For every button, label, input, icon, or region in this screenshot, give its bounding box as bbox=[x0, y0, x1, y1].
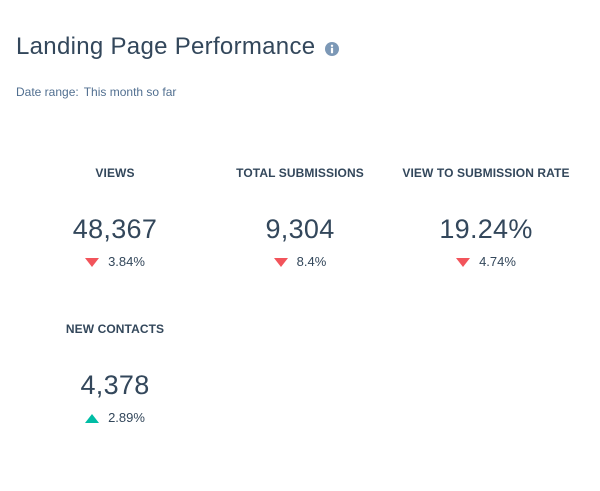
decrease-arrow-icon bbox=[273, 257, 288, 267]
metric-change: 3.84% bbox=[25, 254, 205, 270]
decrease-arrow-icon bbox=[85, 257, 100, 267]
metric-change-value: 8.4% bbox=[296, 254, 327, 269]
metric-value: 4,378 bbox=[80, 370, 150, 400]
metric-change-value: 3.84% bbox=[108, 254, 145, 269]
date-range-label: Date range: bbox=[16, 85, 79, 99]
info-icon[interactable] bbox=[325, 42, 340, 56]
metric-view-to-submission-rate: VIEW TO SUBMISSION RATE 19.24% 4.74% bbox=[396, 166, 576, 270]
page-title: Landing Page Performance bbox=[16, 33, 316, 60]
metric-label: VIEW TO SUBMISSION RATE bbox=[402, 166, 570, 180]
metric-change: 8.4% bbox=[210, 254, 390, 270]
metric-value: 9,304 bbox=[265, 214, 335, 244]
metric-label: TOTAL SUBMISSIONS bbox=[236, 166, 364, 180]
metric-views: VIEWS 48,367 3.84% bbox=[25, 166, 205, 270]
increase-arrow-icon bbox=[85, 413, 100, 423]
metric-change-value: 4.74% bbox=[479, 254, 516, 269]
metric-label: NEW CONTACTS bbox=[65, 322, 165, 336]
metric-total-submissions: TOTAL SUBMISSIONS 9,304 8.4% bbox=[210, 166, 390, 270]
metric-change: 4.74% bbox=[396, 254, 576, 270]
metric-value: 19.24% bbox=[439, 214, 533, 244]
decrease-arrow-icon bbox=[456, 257, 471, 267]
date-range: Date range: This month so far bbox=[16, 85, 176, 99]
metric-value: 48,367 bbox=[72, 214, 158, 244]
metric-change-value: 2.89% bbox=[108, 410, 145, 425]
metric-change: 2.89% bbox=[25, 410, 205, 426]
landing-page-performance-card: Landing Page Performance Date range: This… bbox=[0, 0, 600, 491]
metric-new-contacts: NEW CONTACTS 4,378 2.89% bbox=[25, 322, 205, 426]
title-row: Landing Page Performance bbox=[16, 30, 340, 64]
date-range-value: This month so far bbox=[83, 85, 177, 99]
metric-label: VIEWS bbox=[95, 166, 135, 180]
